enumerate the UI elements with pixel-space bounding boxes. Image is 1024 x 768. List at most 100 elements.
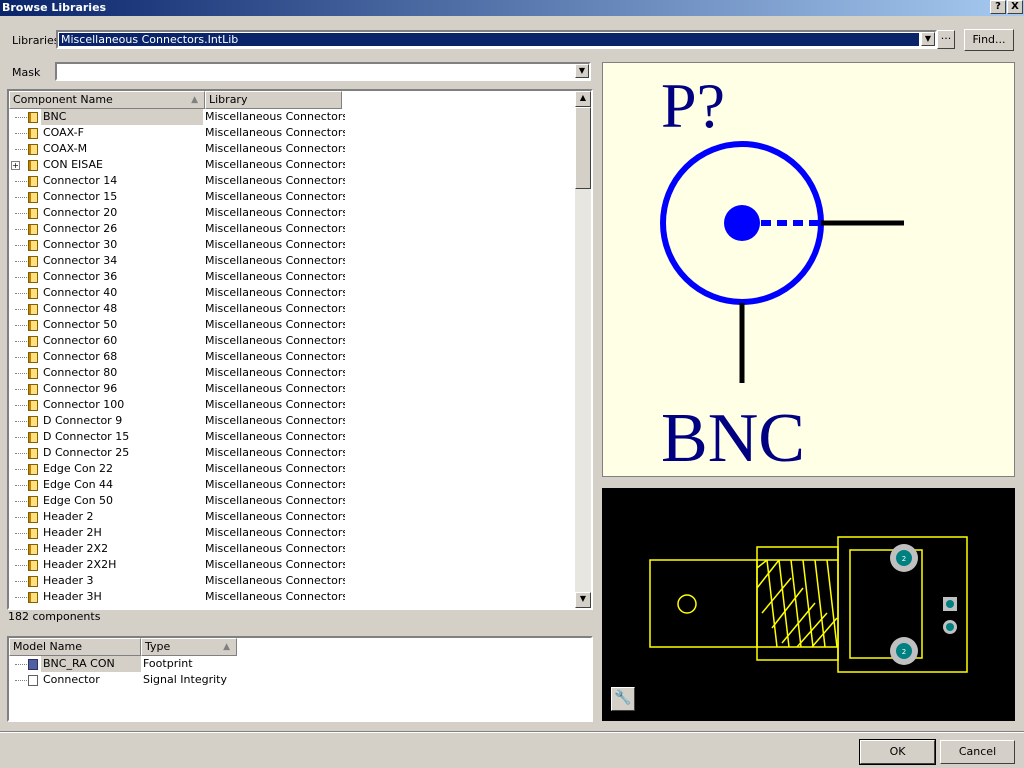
- tree-line: [15, 389, 27, 390]
- tree-line: [15, 213, 27, 214]
- component-name: COAX-M: [43, 142, 88, 155]
- model-list[interactable]: Model Name Type ▲ BNC_RA CON Footprint Co…: [7, 636, 593, 722]
- column-header-model-name[interactable]: Model Name: [9, 638, 141, 656]
- model-name: BNC_RA CON: [41, 656, 141, 672]
- component-library: Miscellaneous Connectors.Ir: [205, 430, 345, 443]
- component-library: Miscellaneous Connectors.Ir: [205, 350, 345, 363]
- component-row[interactable]: Connector 36 Miscellaneous Connectors.Ir: [9, 269, 577, 285]
- component-row[interactable]: D Connector 25 Miscellaneous Connectors.I…: [9, 445, 577, 461]
- ok-button[interactable]: OK: [859, 739, 936, 765]
- component-name: Connector 15: [43, 190, 118, 203]
- component-row[interactable]: Header 3 Miscellaneous Connectors.Ir: [9, 573, 577, 589]
- component-library: Miscellaneous Connectors.Ir: [205, 462, 345, 475]
- vertical-scrollbar[interactable]: ▲ ▼: [575, 91, 591, 608]
- cancel-button[interactable]: Cancel: [940, 740, 1015, 764]
- wrench-icon[interactable]: 🔧: [611, 687, 635, 711]
- model-name: Connector: [43, 673, 100, 686]
- component-row[interactable]: Header 2 Miscellaneous Connectors.Ir: [9, 509, 577, 525]
- component-row[interactable]: Header 2H Miscellaneous Connectors.Ir: [9, 525, 577, 541]
- component-icon: [28, 352, 38, 363]
- component-library: Miscellaneous Connectors.Ir: [205, 398, 345, 411]
- model-row[interactable]: Connector Signal Integrity: [9, 672, 591, 688]
- column-header-component-name[interactable]: Component Name ▲: [9, 91, 205, 109]
- component-icon: [28, 576, 38, 587]
- component-library: Miscellaneous Connectors.Ir: [205, 254, 345, 267]
- component-row[interactable]: Edge Con 22 Miscellaneous Connectors.Ir: [9, 461, 577, 477]
- component-row[interactable]: Connector 60 Miscellaneous Connectors.Ir: [9, 333, 577, 349]
- scroll-thumb[interactable]: [575, 107, 591, 189]
- component-row[interactable]: Connector 14 Miscellaneous Connectors.Ir: [9, 173, 577, 189]
- tree-line: [15, 469, 27, 470]
- component-icon: [28, 400, 38, 411]
- expand-icon[interactable]: +: [11, 161, 20, 170]
- component-row[interactable]: Edge Con 44 Miscellaneous Connectors.Ir: [9, 477, 577, 493]
- column-header-type[interactable]: Type ▲: [141, 638, 237, 656]
- component-row[interactable]: COAX-F Miscellaneous Connectors.Ir: [9, 125, 577, 141]
- component-library: Miscellaneous Connectors.Ir: [205, 110, 345, 123]
- component-library: Miscellaneous Connectors.Ir: [205, 126, 345, 139]
- sort-asc-icon: ▲: [191, 95, 198, 105]
- component-row[interactable]: Connector 20 Miscellaneous Connectors.Ir: [9, 205, 577, 221]
- tree-line: [15, 229, 27, 230]
- footprint-icon: [28, 659, 38, 670]
- component-library: Miscellaneous Connectors.Ir: [205, 494, 345, 507]
- mask-input[interactable]: ▼: [55, 62, 591, 81]
- model-type: Footprint: [143, 657, 193, 670]
- component-row[interactable]: Edge Con 50 Miscellaneous Connectors.Ir: [9, 493, 577, 509]
- tree-line: [15, 437, 27, 438]
- component-row[interactable]: BNC Miscellaneous Connectors.Ir: [9, 109, 577, 125]
- tree-line: [15, 373, 27, 374]
- column-header-library[interactable]: Library: [205, 91, 342, 109]
- component-row[interactable]: Connector 40 Miscellaneous Connectors.Ir: [9, 285, 577, 301]
- component-row[interactable]: Connector 30 Miscellaneous Connectors.Ir: [9, 237, 577, 253]
- component-name: Header 3H: [43, 590, 102, 603]
- component-row[interactable]: Header 2X2 Miscellaneous Connectors.Ir: [9, 541, 577, 557]
- component-list[interactable]: Component Name ▲ Library BNC Miscellaneous…: [7, 89, 593, 610]
- component-row[interactable]: Connector 68 Miscellaneous Connectors.Ir: [9, 349, 577, 365]
- component-icon: [28, 208, 38, 219]
- component-name: Connector 50: [43, 318, 118, 331]
- tree-line: [15, 245, 27, 246]
- component-row[interactable]: Connector 26 Miscellaneous Connectors.Ir: [9, 221, 577, 237]
- component-row[interactable]: + CON EISAE Miscellaneous Connectors.Ir: [9, 157, 577, 173]
- component-name: Connector 96: [43, 382, 118, 395]
- component-library: Miscellaneous Connectors.Ir: [205, 558, 345, 571]
- component-row[interactable]: Connector 34 Miscellaneous Connectors.Ir: [9, 253, 577, 269]
- scroll-down-button[interactable]: ▼: [575, 592, 591, 608]
- tree-line: [15, 197, 27, 198]
- component-row[interactable]: Connector 96 Miscellaneous Connectors.Ir: [9, 381, 577, 397]
- component-row[interactable]: COAX-M Miscellaneous Connectors.Ir: [9, 141, 577, 157]
- find-button[interactable]: Find...: [964, 29, 1014, 51]
- libraries-dropdown[interactable]: Miscellaneous Connectors.IntLib ▼: [56, 30, 937, 49]
- connector-center: [724, 205, 760, 241]
- component-row[interactable]: Header 2X2H Miscellaneous Connectors.Ir: [9, 557, 577, 573]
- chevron-down-icon[interactable]: ▼: [575, 64, 589, 78]
- more-button[interactable]: ···: [937, 30, 955, 49]
- component-library: Miscellaneous Connectors.Ir: [205, 238, 345, 251]
- component-row[interactable]: Connector 50 Miscellaneous Connectors.Ir: [9, 317, 577, 333]
- component-row[interactable]: Connector 100 Miscellaneous Connectors.Ir: [9, 397, 577, 413]
- footprint-preview: 2 2 🔧: [602, 488, 1015, 721]
- component-row[interactable]: D Connector 9 Miscellaneous Connectors.Ir: [9, 413, 577, 429]
- chevron-down-icon[interactable]: ▼: [921, 32, 935, 46]
- svg-text:2: 2: [902, 648, 906, 656]
- component-row[interactable]: Connector 80 Miscellaneous Connectors.Ir: [9, 365, 577, 381]
- component-row[interactable]: Header 3H Miscellaneous Connectors.Ir: [9, 589, 577, 605]
- bnc-footprint: 2 2: [649, 536, 968, 673]
- model-row[interactable]: BNC_RA CON Footprint: [9, 656, 591, 672]
- close-button[interactable]: X: [1007, 0, 1023, 14]
- tree-line: [15, 261, 27, 262]
- component-name: Connector 26: [43, 222, 118, 235]
- component-row[interactable]: Connector 15 Miscellaneous Connectors.Ir: [9, 189, 577, 205]
- model-type: Signal Integrity: [143, 673, 227, 686]
- component-name: CON EISAE: [43, 158, 103, 171]
- scroll-up-button[interactable]: ▲: [575, 91, 591, 107]
- help-button[interactable]: ?: [990, 0, 1006, 14]
- component-name: Connector 80: [43, 366, 118, 379]
- tree-line: [15, 549, 27, 550]
- component-row[interactable]: D Connector 15 Miscellaneous Connectors.I…: [9, 429, 577, 445]
- component-library: Miscellaneous Connectors.Ir: [205, 590, 345, 603]
- component-name: Connector 48: [43, 302, 118, 315]
- component-row[interactable]: Connector 48 Miscellaneous Connectors.Ir: [9, 301, 577, 317]
- component-icon: [28, 528, 38, 539]
